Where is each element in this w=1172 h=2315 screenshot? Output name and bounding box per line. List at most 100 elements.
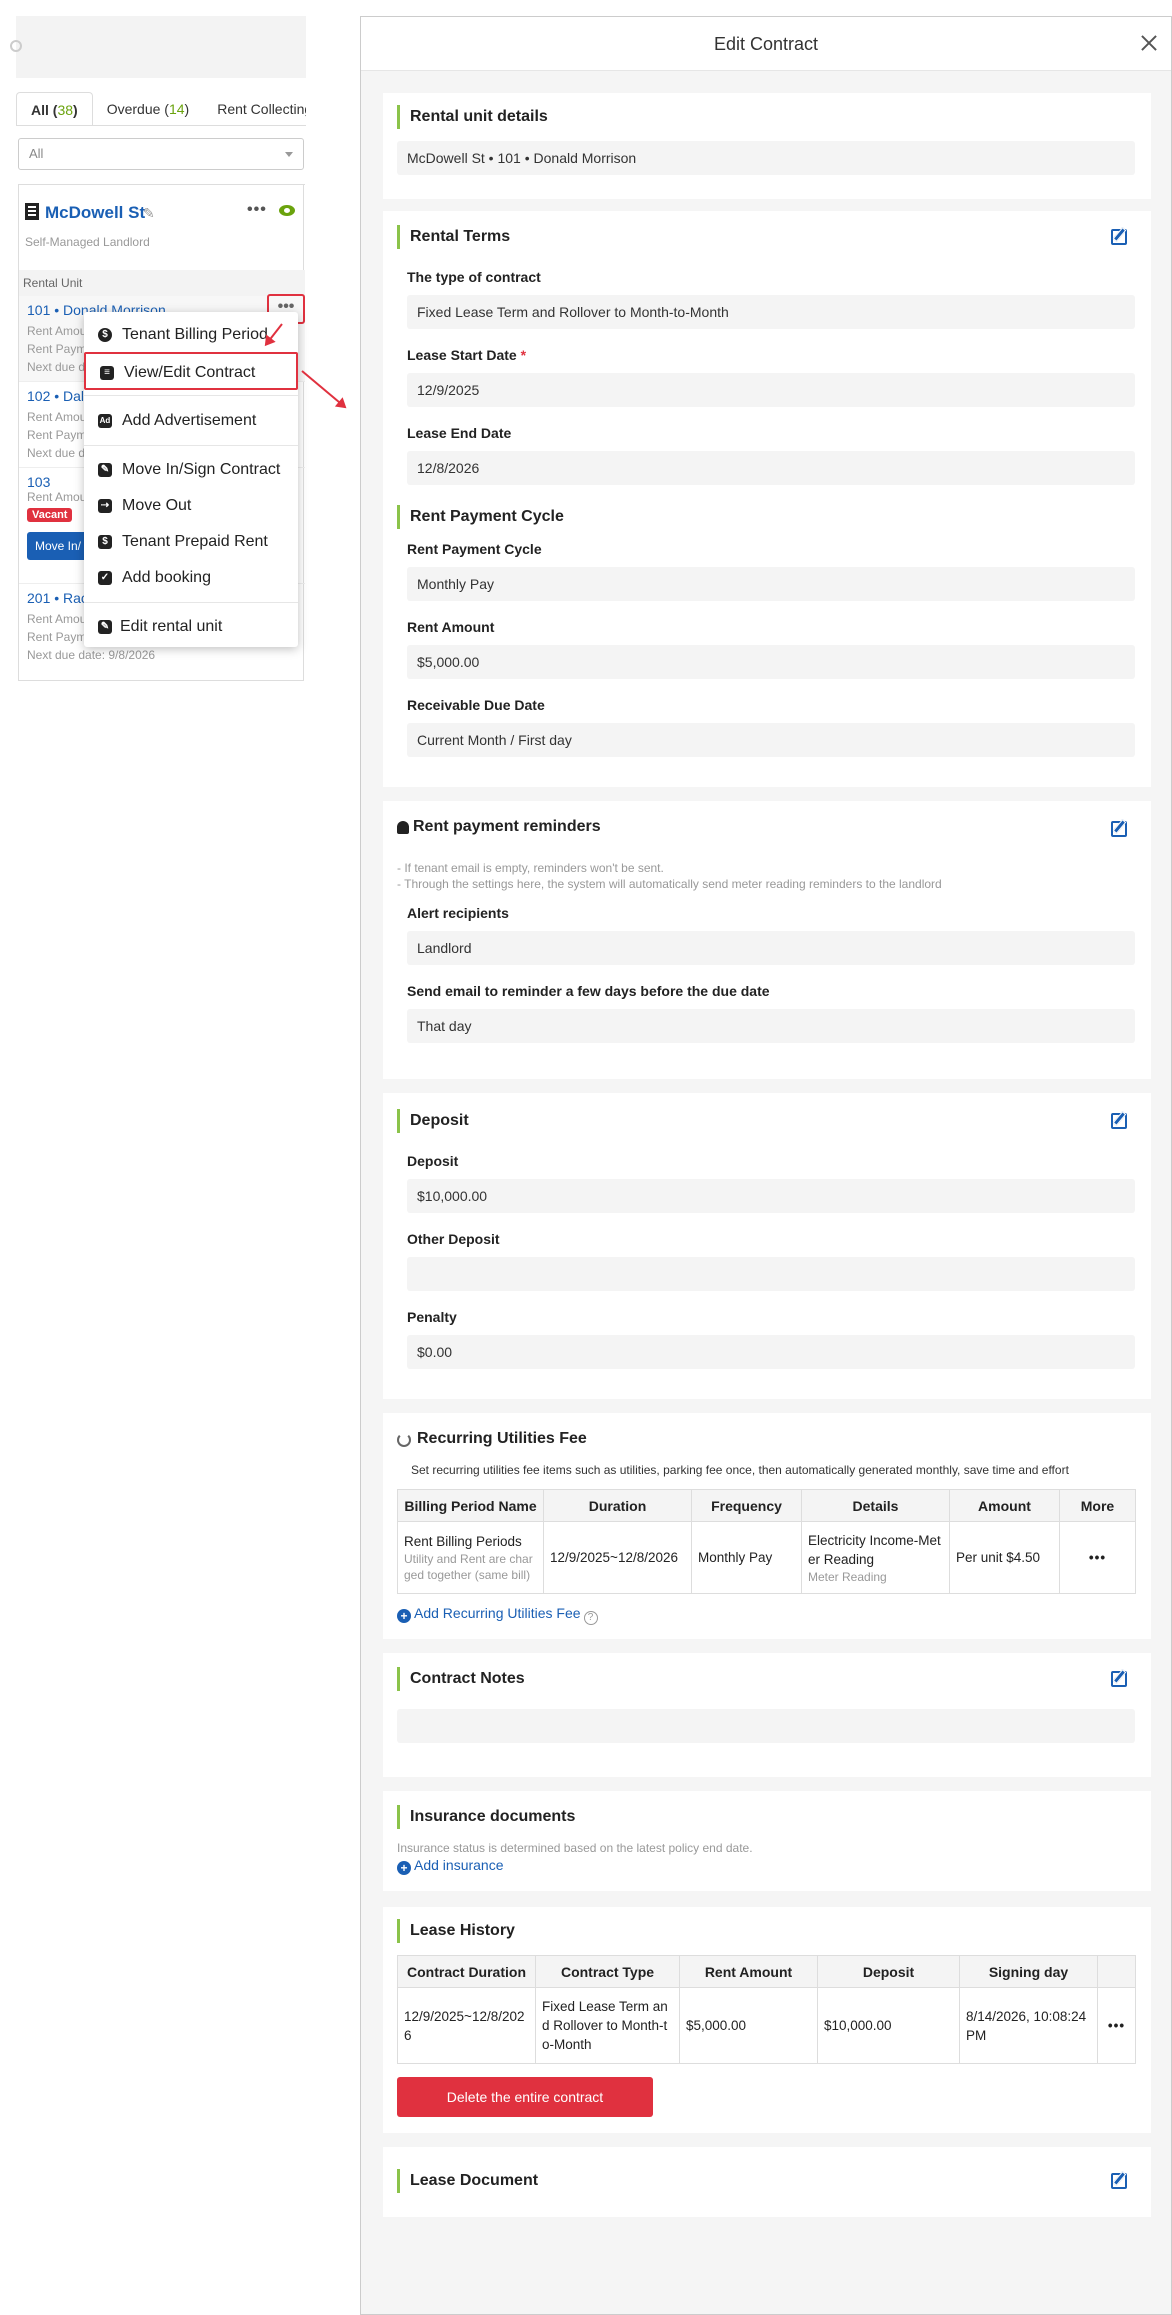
column-header: Amount bbox=[949, 1489, 1060, 1522]
edit-deposit-icon[interactable] bbox=[1111, 1113, 1127, 1129]
unit-filter-tabs: All (38) Overdue (14) Rent Collecting bbox=[16, 92, 306, 126]
unit-context-menu: $ Tenant Billing Period ≡ View/Edit Contra… bbox=[84, 312, 298, 647]
field-label: Rent Payment Cycle bbox=[407, 541, 542, 557]
column-header: Frequency bbox=[691, 1489, 802, 1522]
unit-line: Rent Amou bbox=[27, 490, 87, 504]
close-icon[interactable] bbox=[1137, 31, 1161, 55]
table-cell: 12/9/2025~12/8/2026 bbox=[543, 1521, 692, 1594]
table-cell: 12/9/2025~12/8/2026 bbox=[397, 1987, 536, 2064]
column-header: Details bbox=[801, 1489, 950, 1522]
payment-cycle-field: Monthly Pay bbox=[407, 567, 1135, 601]
field-label: Penalty bbox=[407, 1309, 457, 1325]
unit-line: Next due date: 9/8/2026 bbox=[27, 648, 156, 662]
field-label: Lease Start Date * bbox=[407, 347, 527, 363]
deposit-card: Deposit Deposit $10,000.00 Other Deposit… bbox=[383, 1093, 1151, 1399]
table-row: 12/9/2025~12/8/2026 Fixed Lease Term and… bbox=[397, 1987, 1136, 2064]
row-more-button[interactable]: ••• bbox=[1097, 1987, 1136, 2064]
column-header: Contract Duration bbox=[397, 1955, 536, 1988]
table-cell: Electricity Income-Meter Reading Meter Re… bbox=[801, 1521, 950, 1594]
field-label: Other Deposit bbox=[407, 1231, 500, 1247]
add-insurance-link[interactable]: + Add insurance bbox=[397, 1857, 504, 1875]
menu-item-add-booking[interactable]: ✓ Add booking bbox=[84, 559, 298, 597]
column-header: Contract Type bbox=[535, 1955, 680, 1988]
eye-icon[interactable] bbox=[279, 205, 295, 216]
table-cell: Per unit $4.50 bbox=[949, 1521, 1060, 1594]
lease-history-table: Contract Duration Contract Type Rent Amo… bbox=[397, 1955, 1136, 2064]
field-label: Rent Amount bbox=[407, 619, 495, 635]
left-header-area bbox=[10, 16, 306, 78]
column-header: Duration bbox=[543, 1489, 692, 1522]
row-more-button[interactable]: ••• bbox=[1059, 1521, 1136, 1594]
penalty-field: $0.00 bbox=[407, 1335, 1135, 1369]
table-cell: Rent Billing Periods Utility and Rent are… bbox=[397, 1521, 544, 1594]
utilities-table: Billing Period Name Duration Frequency D… bbox=[397, 1489, 1136, 1594]
pen-icon: ✎ bbox=[98, 463, 112, 477]
unit-title[interactable]: 103 bbox=[27, 474, 50, 490]
edit-property-icon[interactable]: ✎ bbox=[143, 205, 155, 222]
unit-line: Rent Paym bbox=[27, 342, 87, 356]
property-name[interactable]: McDowell St bbox=[45, 203, 145, 223]
column-header: More bbox=[1059, 1489, 1136, 1522]
reminder-note: - If tenant email is empty, reminders wo… bbox=[397, 861, 664, 875]
section-title: Contract Notes bbox=[397, 1667, 525, 1691]
required-mark: * bbox=[520, 347, 527, 363]
unit-title[interactable]: 102 • Dale bbox=[27, 388, 92, 404]
filter-select[interactable]: All bbox=[18, 138, 304, 170]
unit-line: Rent Paym bbox=[27, 630, 87, 644]
menu-item-move-in-sign-contract[interactable]: ✎ Move In/Sign Contract bbox=[84, 451, 298, 489]
menu-item-view-edit-contract[interactable]: ≡ View/Edit Contract bbox=[84, 352, 298, 390]
section-title: Rental unit details bbox=[397, 105, 548, 129]
edit-contract-modal: Edit Contract Rental unit details McDowe… bbox=[360, 16, 1172, 2315]
unit-line: Rent Paym bbox=[27, 428, 87, 442]
refresh-icon bbox=[397, 1433, 411, 1447]
rent-amount-field: $5,000.00 bbox=[407, 645, 1135, 679]
dollar-icon: $ bbox=[98, 328, 112, 342]
bell-icon bbox=[397, 821, 409, 834]
modal-header: Edit Contract bbox=[361, 17, 1171, 71]
modal-title: Edit Contract bbox=[713, 34, 819, 54]
utilities-card: Recurring Utilities Fee Set recurring ut… bbox=[383, 1413, 1151, 1639]
section-title: Rental Terms bbox=[397, 225, 510, 249]
edit-reminders-icon[interactable] bbox=[1111, 821, 1127, 837]
column-header: Signing day bbox=[959, 1955, 1098, 1988]
unit-line: Rent Amou bbox=[27, 612, 87, 626]
delete-contract-button[interactable]: Delete the entire contract bbox=[397, 2077, 653, 2117]
lease-end-field: 12/8/2026 bbox=[407, 451, 1135, 485]
edit-rental-terms-icon[interactable] bbox=[1111, 229, 1127, 245]
section-title: Rent Payment Cycle bbox=[397, 505, 564, 529]
help-icon[interactable]: ? bbox=[583, 1611, 598, 1625]
menu-divider bbox=[84, 602, 298, 603]
field-label: Receivable Due Date bbox=[407, 697, 545, 713]
menu-item-edit-rental-unit[interactable]: ✎ Edit rental unit bbox=[84, 608, 298, 646]
rental-terms-card: Rental Terms The type of contract Fixed … bbox=[383, 211, 1151, 787]
tab-overdue[interactable]: Overdue (14) bbox=[93, 92, 204, 125]
section-title: Rent payment reminders bbox=[413, 818, 601, 835]
menu-item-move-out[interactable]: ⇢ Move Out bbox=[84, 487, 298, 525]
section-title: Recurring Utilities Fee bbox=[417, 1430, 587, 1447]
table-cell: $5,000.00 bbox=[679, 1987, 818, 2064]
rental-unit-label: Rental Unit bbox=[19, 270, 305, 296]
property-more-button[interactable]: ••• bbox=[247, 201, 267, 219]
deposit-field: $10,000.00 bbox=[407, 1179, 1135, 1213]
insurance-note: Insurance status is determined based on … bbox=[397, 1841, 753, 1855]
tab-rent-collecting[interactable]: Rent Collecting bbox=[203, 92, 306, 125]
move-in-button[interactable]: Move In/ bbox=[27, 532, 91, 560]
field-label: Lease End Date bbox=[407, 425, 512, 441]
utilities-note: Set recurring utilities fee items such a… bbox=[411, 1463, 1069, 1477]
section-title: Deposit bbox=[397, 1109, 469, 1133]
section-title: Lease Document bbox=[397, 2169, 538, 2193]
tab-all[interactable]: All (38) bbox=[16, 92, 93, 125]
menu-item-tenant-prepaid-rent[interactable]: $ Tenant Prepaid Rent bbox=[84, 523, 298, 561]
prepaid-icon: $ bbox=[98, 535, 112, 549]
column-header bbox=[1097, 1955, 1136, 1988]
table-row: Rent Billing Periods Utility and Rent are… bbox=[397, 1521, 1136, 1594]
menu-item-add-advertisement[interactable]: Ad Add Advertisement bbox=[84, 402, 298, 440]
table-cell: Monthly Pay bbox=[691, 1521, 802, 1594]
rental-unit-value: McDowell St • 101 • Donald Morrison bbox=[397, 141, 1135, 175]
walking-icon: ⇢ bbox=[98, 499, 112, 513]
edit-notes-icon[interactable] bbox=[1111, 1671, 1127, 1687]
edit-lease-document-icon[interactable] bbox=[1111, 2173, 1127, 2189]
field-label: Deposit bbox=[407, 1153, 459, 1169]
add-recurring-fee-link[interactable]: + Add Recurring Utilities Fee? bbox=[397, 1605, 598, 1625]
unit-title[interactable]: 201 • Rac bbox=[27, 590, 88, 606]
